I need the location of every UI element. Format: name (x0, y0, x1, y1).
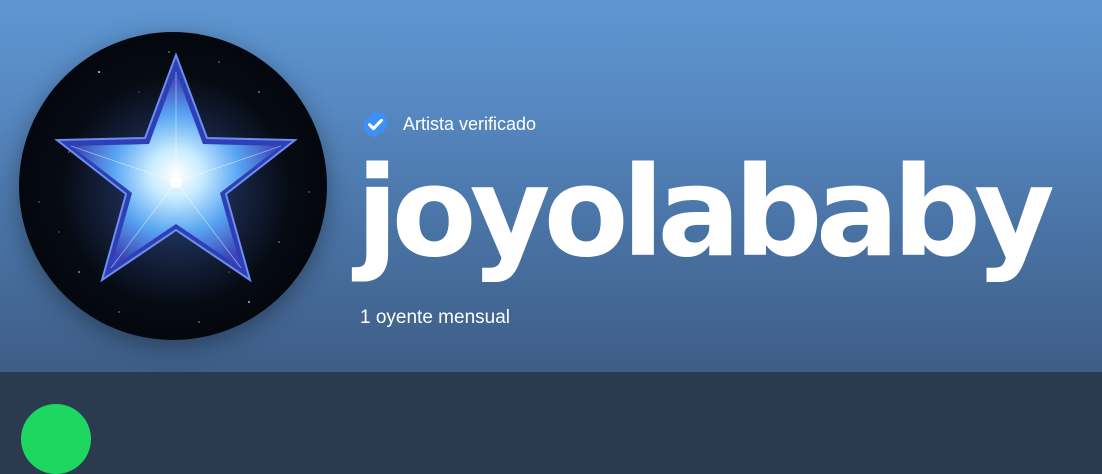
artist-avatar (19, 32, 327, 340)
action-bar (0, 372, 1102, 416)
verified-artist-row: Artista verificado (360, 108, 536, 140)
artist-name: joyolababy (356, 141, 1055, 285)
star-image-icon (19, 32, 327, 340)
play-button[interactable] (21, 404, 91, 474)
monthly-listeners: 1 oyente mensual (360, 307, 510, 328)
artist-header: Artista verificado joyolababy 1 oyente m… (0, 0, 1102, 372)
verified-artist-label: Artista verificado (403, 114, 537, 134)
verified-badge-icon (363, 110, 388, 138)
